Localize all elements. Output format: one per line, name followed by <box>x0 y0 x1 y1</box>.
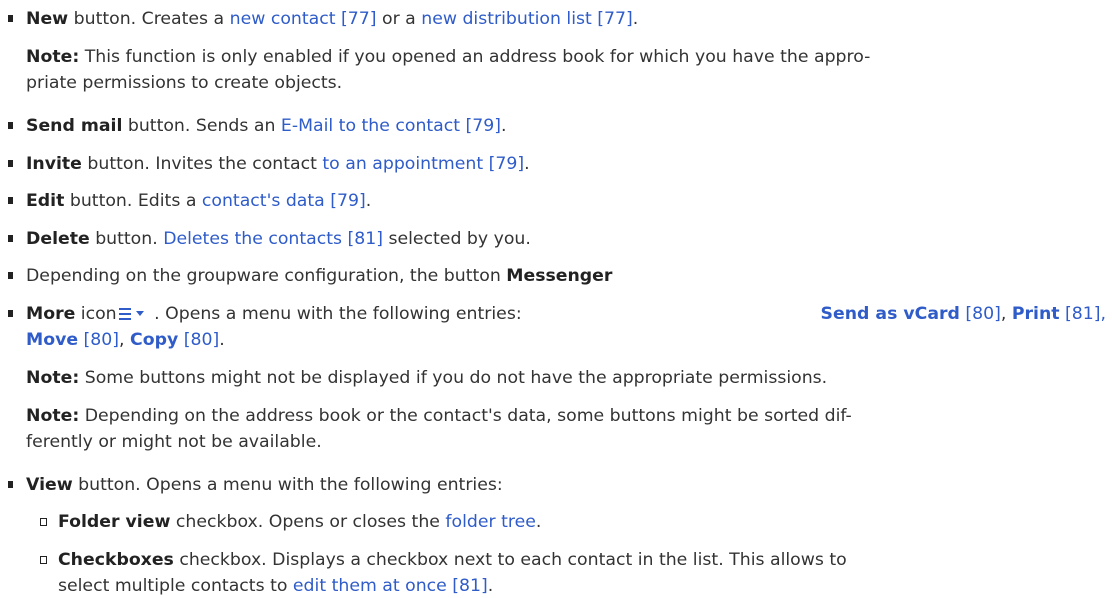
list-item-delete: Delete button. Deletes the contacts [81]… <box>26 227 531 251</box>
ref[interactable]: [80] <box>78 330 119 350</box>
note-more-sorted: Note: Depending on the address book or t… <box>26 404 852 428</box>
ref[interactable]: [80] <box>960 304 1000 324</box>
text: select multiple contacts to <box>58 576 293 596</box>
text: . Opens a menu with the following entrie… <box>148 304 522 324</box>
print-link[interactable]: Print <box>1012 304 1060 324</box>
send-as-vcard-link[interactable]: Send as vCard <box>821 304 960 324</box>
list-item-more: More icon . Opens a menu with the follow… <box>26 302 1106 326</box>
text: icon <box>75 304 117 324</box>
text: button. Creates a <box>68 9 230 29</box>
bullet-marker <box>8 481 13 488</box>
list-item-view: View button. Opens a menu with the follo… <box>26 473 503 497</box>
bullet-marker <box>8 272 13 279</box>
text: selected by you. <box>382 229 531 249</box>
text: checkbox. Displays a checkbox next to ea… <box>173 550 847 570</box>
note-new-line2: priate permissions to create objects. <box>26 71 342 95</box>
note-text: ferently or might not be available. <box>26 432 322 452</box>
invite-label: Invite <box>26 154 82 174</box>
appointment-link[interactable]: to an appointment [79] <box>322 154 524 174</box>
note-text: priate permissions to create objects. <box>26 73 343 93</box>
email-contact-link[interactable]: E-Mail to the contact [79] <box>281 116 501 136</box>
note-text: Depending on the address book or the con… <box>79 406 852 426</box>
text: . <box>501 116 507 136</box>
sub-item-checkboxes-line2: select multiple contacts to edit them at… <box>58 574 493 598</box>
bullet-marker <box>8 235 13 242</box>
text: Depending on the groupware configuration… <box>26 266 507 286</box>
view-label: View <box>26 475 73 495</box>
text: . <box>219 330 225 350</box>
edit-at-once-link[interactable]: edit them at once [81] <box>293 576 488 596</box>
bullet-marker <box>8 15 13 22</box>
folder-tree-link[interactable]: folder tree <box>445 512 535 532</box>
note-label: Note: <box>26 368 80 388</box>
text: or a <box>376 9 422 29</box>
text: . <box>365 191 372 211</box>
folder-view-label: Folder view <box>58 512 171 532</box>
bullet-marker <box>8 197 13 204</box>
delete-contacts-link[interactable]: Deletes the contacts [81] <box>163 229 383 249</box>
text: . <box>487 576 494 596</box>
note-more-sorted-line2: ferently or might not be available. <box>26 430 322 454</box>
new-label: New <box>26 9 69 29</box>
edit-label: Edit <box>26 191 65 211</box>
bullet-marker <box>8 160 13 167</box>
list-item-new: New button. Creates a new contact [77] o… <box>26 7 638 31</box>
text: . <box>535 512 542 532</box>
text: button. Invites the contact <box>81 154 323 174</box>
sub-bullet-marker <box>40 518 47 526</box>
more-label: More <box>26 304 76 324</box>
sub-item-folder-view: Folder view checkbox. Opens or closes th… <box>58 510 541 534</box>
send-mail-label: Send mail <box>26 116 123 136</box>
new-contact-link[interactable]: new contact [77] <box>230 9 377 29</box>
delete-label: Delete <box>26 229 90 249</box>
bullet-marker <box>8 310 13 317</box>
text: button. <box>89 229 164 249</box>
move-link[interactable]: Move <box>26 330 78 350</box>
list-item-send-mail: Send mail button. Sends an E-Mail to the… <box>26 114 507 138</box>
copy-link[interactable]: Copy <box>130 330 178 350</box>
contact-data-link[interactable]: contact's data [79] <box>202 191 366 211</box>
text: button. Sends an <box>122 116 281 136</box>
text: button. Edits a <box>64 191 202 211</box>
separator: , <box>119 330 131 350</box>
new-distribution-list-link[interactable]: new distribution list [77] <box>421 9 633 29</box>
note-more-permissions: Note: Some buttons might not be displaye… <box>26 366 827 390</box>
list-item-more-line2: Move [80], Copy [80]. <box>26 328 225 352</box>
ref[interactable]: [81], <box>1060 304 1106 324</box>
list-item-invite: Invite button. Invites the contact to an… <box>26 152 530 176</box>
note-label: Note: <box>26 47 80 67</box>
text: . <box>632 9 639 29</box>
note-text: This function is only enabled if you ope… <box>79 47 871 67</box>
text: checkbox. Opens or closes the <box>170 512 446 532</box>
sub-bullet-marker <box>40 556 47 564</box>
ref[interactable]: [80] <box>178 330 219 350</box>
list-item-edit: Edit button. Edits a contact's data [79]… <box>26 189 371 213</box>
separator: , <box>1000 304 1012 324</box>
text: button. Opens a menu with the following … <box>72 475 503 495</box>
messenger-label: Messenger <box>506 266 613 286</box>
bullet-marker <box>8 122 13 129</box>
menu-caret-icon <box>118 307 145 321</box>
list-item-messenger: Depending on the groupware configuration… <box>26 264 612 288</box>
note-new: Note: This function is only enabled if y… <box>26 45 870 69</box>
note-text: Some buttons might not be displayed if y… <box>79 368 828 388</box>
sub-item-checkboxes: Checkboxes checkbox. Displays a checkbox… <box>58 548 847 572</box>
checkboxes-label: Checkboxes <box>58 550 174 570</box>
text: . <box>524 154 530 174</box>
note-label: Note: <box>26 406 80 426</box>
